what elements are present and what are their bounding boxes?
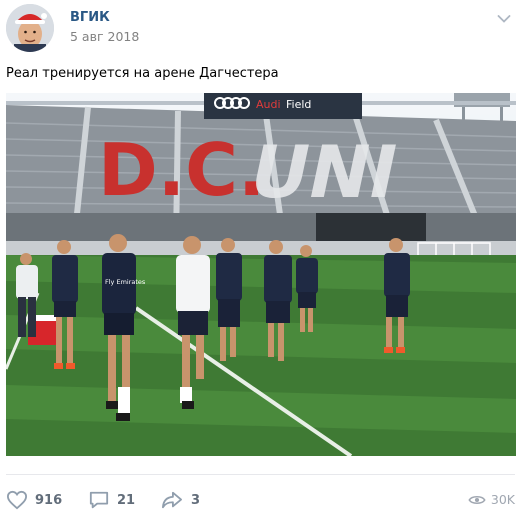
comment-icon <box>89 491 109 509</box>
stadium-banner: Audi Field <box>204 93 362 119</box>
post-text: Реал тренируется на арене Дагчестера <box>6 66 279 81</box>
share-count: 3 <box>191 492 201 508</box>
share-icon <box>162 491 182 509</box>
seat-letters: D.C. UNI <box>98 128 405 215</box>
banner-brand: Audi <box>256 98 281 111</box>
view-counter: 30K <box>468 492 515 507</box>
banner-venue: Field <box>286 98 311 111</box>
view-count: 30K <box>490 492 515 507</box>
like-count: 916 <box>35 492 63 508</box>
wall-post: ВГИК 5 авг 2018 Реал тренируется на арен… <box>0 0 523 517</box>
post-date[interactable]: 5 авг 2018 <box>70 29 139 44</box>
post-photo[interactable]: D.C. UNI Audi Field Fly Emirates <box>6 93 516 456</box>
author-avatar[interactable] <box>6 4 54 52</box>
footer-divider <box>6 474 515 475</box>
share-button[interactable]: 3 <box>160 490 200 510</box>
kit-sponsor-text: Fly Emirates <box>105 278 146 286</box>
chevron-down-icon[interactable] <box>497 14 511 24</box>
comment-count: 21 <box>117 492 136 508</box>
heart-icon <box>6 490 28 510</box>
seat-letters-white: UNI <box>242 131 405 215</box>
author-name[interactable]: ВГИК <box>70 10 110 25</box>
eye-icon <box>468 495 486 504</box>
comment-button[interactable]: 21 <box>88 490 135 510</box>
like-button[interactable]: 916 <box>6 490 62 510</box>
seat-letters-red: D.C. <box>98 128 265 212</box>
